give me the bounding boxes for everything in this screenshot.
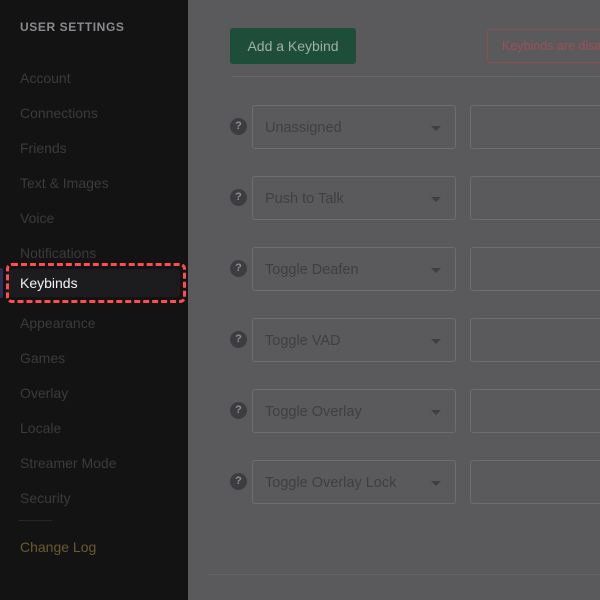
keybind-action-select-label: Toggle Overlay Lock [265,475,397,491]
keybind-binding-input[interactable] [470,318,600,362]
keybind-action-select[interactable]: Toggle Deafen [252,247,456,291]
keybind-action-select-label: Toggle Deafen [265,262,359,278]
active-item-indicator [0,268,3,298]
chevron-down-icon [431,268,441,273]
help-question-icon[interactable]: ? [230,118,247,135]
keybind-action-select-label: Toggle VAD [265,333,341,349]
sidebar-item-change-log[interactable]: Change Log [16,533,188,561]
keybind-action-select[interactable]: Toggle Overlay Lock [252,460,456,504]
header-divider [232,76,600,77]
keybind-action-select-label: Push to Talk [265,191,344,207]
add-keybind-button[interactable]: Add a Keybind [230,28,356,64]
settings-window: USER SETTINGS Account Connections Friends T… [0,0,600,600]
help-question-icon[interactable]: ? [230,473,247,490]
keybind-binding-input[interactable] [470,105,600,149]
keybind-row: ? Toggle Overlay [188,389,600,433]
keybind-row: ? Unassigned [188,105,600,149]
sidebar-item-friends[interactable]: Friends [8,134,180,162]
keybind-action-select[interactable]: Toggle Overlay [252,389,456,433]
keybind-row: ? Toggle Overlay Lock [188,460,600,504]
keybinds-settings-panel: Add a Keybind Keybinds are disabled ? Una… [188,0,600,600]
keybind-binding-input[interactable] [470,460,600,504]
chevron-down-icon [431,481,441,486]
sidebar-item-security[interactable]: Security [8,484,180,512]
keybind-action-select-label: Toggle Overlay [265,404,362,420]
sidebar-item-notifications[interactable]: Notifications [8,239,180,267]
keybind-action-select[interactable]: Unassigned [252,105,456,149]
keybind-row: ? Toggle VAD [188,318,600,362]
keybind-action-select[interactable]: Push to Talk [252,176,456,220]
sidebar-header-title: USER SETTINGS [20,20,125,34]
help-question-icon[interactable]: ? [230,331,247,348]
keybind-row: ? Toggle Deafen [188,247,600,291]
sidebar-item-text-images[interactable]: Text & Images [8,169,180,197]
sidebar-item-streamer-mode[interactable]: Streamer Mode [8,449,180,477]
bottom-divider [208,574,600,575]
sidebar-item-appearance[interactable]: Appearance [8,309,180,337]
chevron-down-icon [431,126,441,131]
keybind-binding-input[interactable] [470,176,600,220]
chevron-down-icon [431,339,441,344]
help-question-icon[interactable]: ? [230,189,247,206]
keybind-binding-input[interactable] [470,389,600,433]
keybind-binding-input[interactable] [470,247,600,291]
keybind-row: ? Push to Talk [188,176,600,220]
user-settings-sidebar: USER SETTINGS Account Connections Friends T… [0,0,188,600]
sidebar-divider [18,520,52,521]
sidebar-item-voice[interactable]: Voice [8,204,180,232]
sidebar-item-games[interactable]: Games [8,344,180,372]
sidebar-item-account[interactable]: Account [8,64,180,92]
keybind-action-select[interactable]: Toggle VAD [252,318,456,362]
chevron-down-icon [431,410,441,415]
sidebar-item-connections[interactable]: Connections [8,99,180,127]
help-question-icon[interactable]: ? [230,402,247,419]
chevron-down-icon [431,197,441,202]
sidebar-item-overlay[interactable]: Overlay [8,379,180,407]
help-question-icon[interactable]: ? [230,260,247,277]
sidebar-item-keybinds[interactable]: Keybinds [8,269,180,297]
sidebar-item-locale[interactable]: Locale [8,414,180,442]
keybind-action-select-label: Unassigned [265,120,342,136]
keybinds-disabled-status-button[interactable]: Keybinds are disabled [487,29,600,63]
